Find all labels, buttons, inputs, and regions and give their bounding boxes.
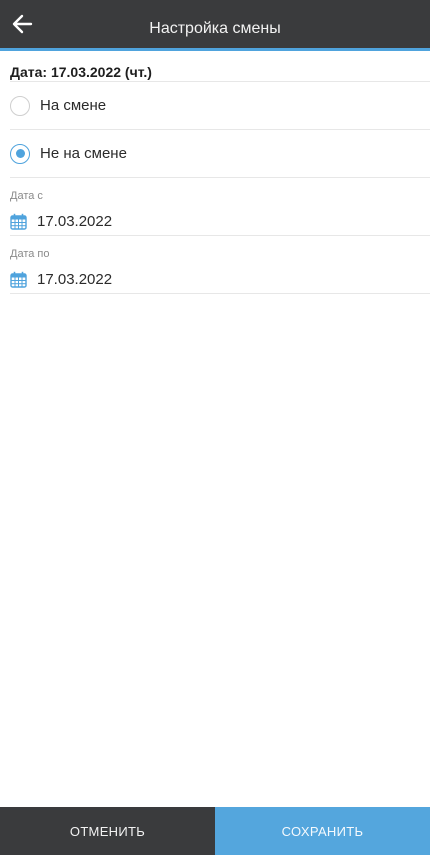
- page-title: Настройка смены: [149, 20, 281, 37]
- option-off-shift-label: Не на смене: [40, 145, 127, 162]
- shift-settings-screen: Настройка смены Дата: 17.03.2022 (чт.) Н…: [0, 0, 430, 855]
- option-on-shift[interactable]: На смене: [10, 82, 430, 130]
- radio-selected-dot: [15, 149, 25, 158]
- date-from-field: Дата с 17.03.2022: [10, 178, 430, 236]
- radio-on-shift[interactable]: [10, 95, 30, 116]
- form-content: Дата: 17.03.2022 (чт.) На смене Не на см…: [0, 51, 430, 294]
- date-from-value: 17.03.2022: [37, 213, 113, 230]
- calendar-icon: [10, 213, 27, 230]
- action-bar: ОТМЕНИТЬ СОХРАНИТЬ: [0, 807, 430, 855]
- cancel-button[interactable]: ОТМЕНИТЬ: [0, 807, 215, 855]
- option-off-shift[interactable]: Не на смене: [10, 130, 430, 178]
- date-to-caption: Дата по: [10, 248, 50, 260]
- date-from-caption: Дата с: [10, 190, 43, 202]
- option-on-shift-label: На смене: [40, 97, 107, 114]
- calendar-icon: [10, 271, 27, 288]
- save-button[interactable]: СОХРАНИТЬ: [215, 807, 430, 855]
- date-to-value: 17.03.2022: [37, 271, 113, 288]
- radio-off-shift[interactable]: [10, 143, 30, 164]
- date-to-field: Дата по 17.03.2022: [10, 236, 430, 294]
- date-from-picker[interactable]: 17.03.2022: [10, 213, 112, 230]
- date-to-picker[interactable]: 17.03.2022: [10, 271, 112, 288]
- selected-date-heading: Дата: 17.03.2022 (чт.): [10, 51, 430, 82]
- app-bar: Настройка смены: [0, 0, 430, 51]
